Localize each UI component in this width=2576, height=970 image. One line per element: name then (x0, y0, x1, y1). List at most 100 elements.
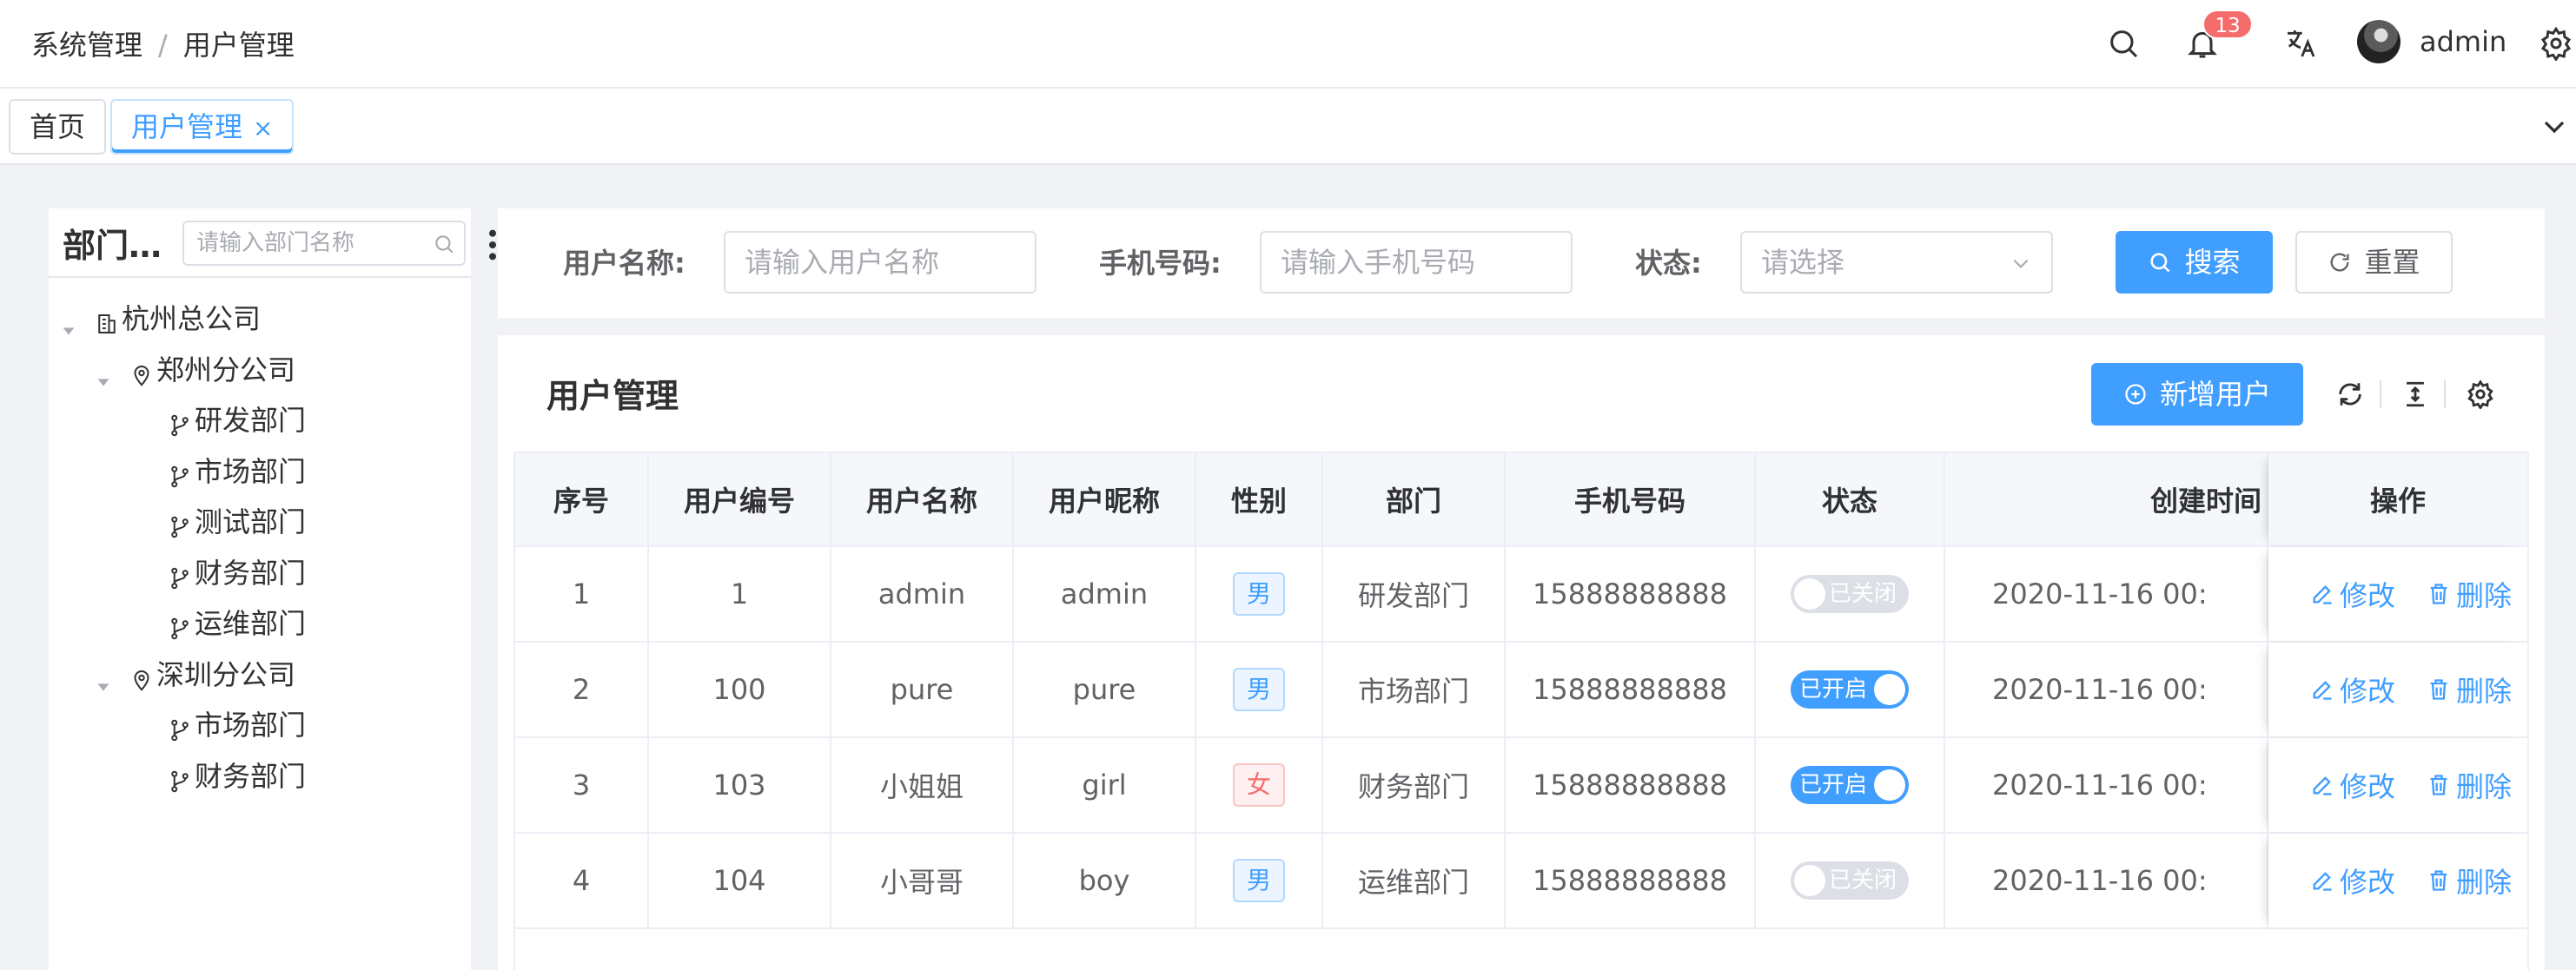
table-cell: boy (1014, 834, 1196, 927)
edit-label: 修改 (2340, 866, 2396, 899)
tree-node[interactable]: 财务部门 (132, 755, 306, 798)
table-cell: 男 (1196, 834, 1323, 927)
status-label: 已开启 (1799, 676, 1868, 703)
breadcrumb-item-system[interactable]: 系统管理 (31, 26, 142, 64)
tab-home[interactable]: 首页 (9, 99, 107, 155)
user-dept: 市场部门 (1357, 675, 1469, 708)
table-cell: 2020-11-16 00: (1945, 834, 2268, 927)
chevron-down-icon (2013, 259, 2029, 268)
edit-link[interactable]: 修改 (2310, 861, 2395, 901)
add-user-label: 新增用户 (2159, 378, 2271, 411)
table-cell: 2020-11-16 00: (1945, 547, 2268, 641)
delete-link[interactable]: 删除 (2427, 574, 2512, 614)
tree-node[interactable]: 杭州总公司 (59, 297, 261, 340)
row-index: 1 (572, 577, 591, 610)
trash-icon (2430, 870, 2447, 891)
edit-icon (2313, 776, 2332, 795)
dept-search-input[interactable]: 请输入部门名称 (182, 221, 466, 266)
user-nickname: admin (1060, 577, 1149, 610)
tree-node-label: 财务部门 (195, 556, 307, 590)
tab-user-management[interactable]: 用户管理 × (110, 99, 295, 155)
tree-node[interactable]: 市场部门 (132, 450, 306, 493)
table-cell: 修改 删除 (2268, 643, 2529, 736)
reset-button[interactable]: 重置 (2295, 231, 2453, 294)
table-cell: 103 (649, 738, 831, 832)
plus-circle-icon (2125, 384, 2146, 405)
table-cell: 已关闭 (1756, 834, 1945, 927)
settings-icon[interactable] (2461, 375, 2500, 413)
status-switch[interactable]: 已关闭 (1791, 575, 1909, 613)
table-cell: 已关闭 (1756, 547, 1945, 641)
branch-icon (167, 459, 193, 487)
phone-input[interactable]: 请输入手机号码 (1260, 231, 1573, 294)
edit-link[interactable]: 修改 (2310, 765, 2395, 805)
username[interactable]: admin (2420, 23, 2506, 61)
tree-node[interactable]: 测试部门 (132, 500, 306, 544)
refresh-icon[interactable] (2331, 375, 2369, 413)
refresh-icon (2330, 253, 2349, 272)
tree-node[interactable]: 运维部门 (132, 602, 306, 645)
table-row: 1 1 admin admin 男 研发部门 15888888888 已关闭 2020-11-1… (513, 547, 2529, 643)
status-switch[interactable]: 已开启 (1791, 766, 1909, 804)
status-select[interactable]: 请选择 (1740, 231, 2053, 294)
delete-link[interactable]: 删除 (2427, 765, 2512, 805)
status-switch[interactable]: 已开启 (1791, 670, 1909, 709)
tree-node[interactable]: 深圳分公司 (94, 653, 295, 696)
username-input[interactable]: 请输入用户名称 (724, 231, 1036, 294)
column-header: 性别 (1196, 453, 1323, 545)
delete-link[interactable]: 删除 (2427, 670, 2512, 709)
edit-label: 修改 (2340, 675, 2396, 708)
edit-link[interactable]: 修改 (2310, 574, 2395, 614)
caret-down-icon[interactable] (59, 309, 78, 335)
tree-node-label: 郑州分公司 (156, 353, 296, 386)
translate-icon[interactable] (2276, 19, 2325, 68)
table-cell: 已开启 (1756, 643, 1945, 736)
status-switch[interactable]: 已关闭 (1791, 861, 1909, 900)
table-cell: 104 (649, 834, 831, 927)
trash-icon (2430, 584, 2447, 604)
tab-label: 首页 (30, 110, 86, 143)
tree-node-label: 财务部门 (195, 759, 307, 793)
edit-link[interactable]: 修改 (2310, 670, 2395, 709)
column-header: 手机号码 (1506, 453, 1756, 545)
tree-node[interactable]: 市场部门 (132, 703, 306, 747)
location-icon (129, 662, 155, 691)
edit-icon (2313, 872, 2332, 891)
tree-node-label: 市场部门 (195, 454, 307, 488)
user-name: admin (877, 577, 966, 610)
phone-label: 手机号码: (1099, 247, 1222, 280)
user-id: 103 (712, 769, 766, 802)
caret-down-icon[interactable] (94, 360, 113, 386)
table-cell: 财务部门 (1323, 738, 1506, 832)
tree-node[interactable]: 郑州分公司 (94, 348, 295, 392)
search-icon (435, 235, 454, 254)
breadcrumb-item-users: 用户管理 (182, 29, 295, 62)
chevron-down-icon[interactable] (2537, 109, 2572, 144)
user-phone: 15888888888 (1533, 864, 1727, 897)
density-icon[interactable] (2396, 375, 2434, 413)
table-cell: pure (831, 643, 1014, 736)
avatar[interactable] (2357, 20, 2401, 63)
table-cell: 小姐姐 (831, 738, 1014, 832)
gear-icon[interactable] (2532, 19, 2576, 68)
add-user-button[interactable]: 新增用户 (2091, 363, 2303, 426)
created-time: 2020-11-16 00: (1992, 864, 2208, 897)
search-button-label: 搜索 (2184, 246, 2241, 279)
table-cell: admin (1014, 547, 1196, 641)
caret-down-icon[interactable] (94, 665, 113, 691)
table-cell: 研发部门 (1323, 547, 1506, 641)
table-empty-area (513, 929, 2529, 970)
dept-search-placeholder: 请输入部门名称 (196, 230, 355, 256)
tree-node[interactable]: 研发部门 (132, 399, 306, 442)
search-icon[interactable] (2099, 19, 2148, 68)
gender-tag: 男 (1232, 572, 1285, 616)
row-index: 4 (572, 864, 591, 897)
column-header: 状态 (1756, 453, 1945, 545)
delete-link[interactable]: 删除 (2427, 861, 2512, 901)
user-phone: 15888888888 (1533, 673, 1727, 706)
tree-node[interactable]: 财务部门 (132, 551, 306, 595)
search-button[interactable]: 搜索 (2116, 231, 2273, 294)
table-row: 3 103 小姐姐 girl 女 财务部门 15888888888 已开启 2020-11-16… (513, 738, 2529, 834)
close-icon[interactable]: × (253, 114, 273, 142)
table-cell: 2 (513, 643, 649, 736)
